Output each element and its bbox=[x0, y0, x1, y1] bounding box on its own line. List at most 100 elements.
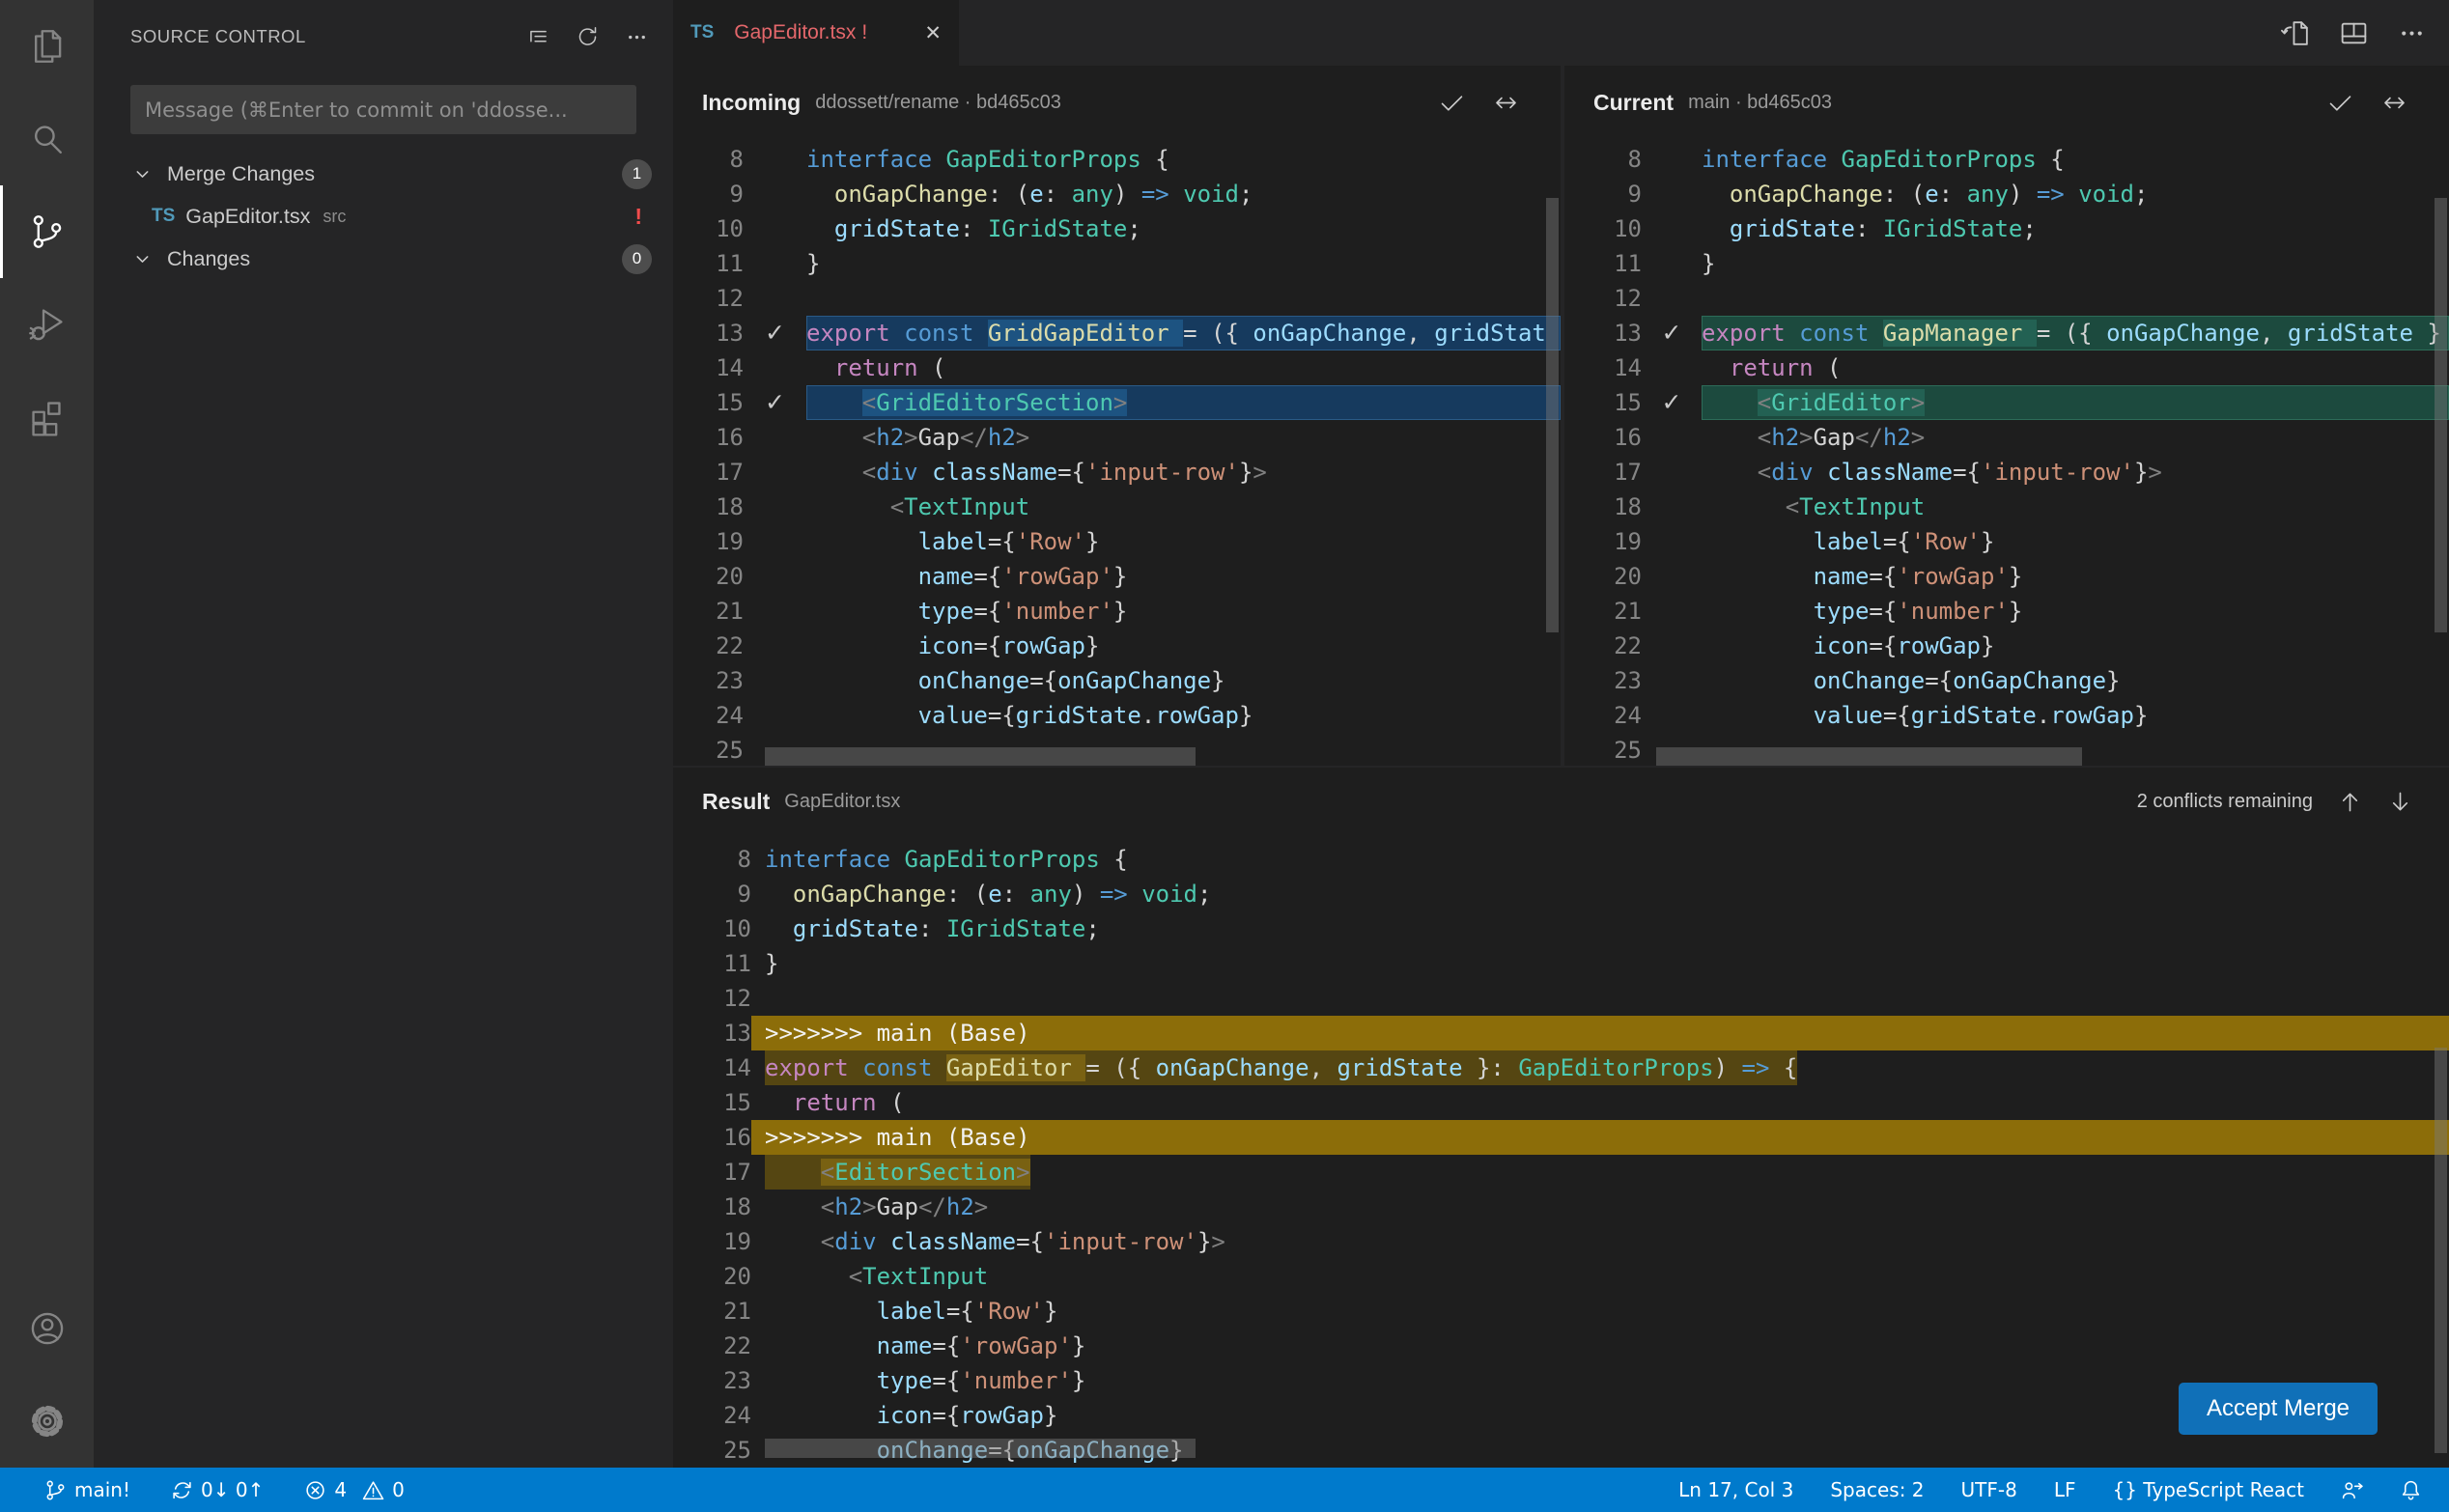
code-line[interactable]: 15✓ <GridEditorSection> bbox=[673, 385, 1561, 420]
code-line[interactable]: 18 <h2>Gap</h2> bbox=[673, 1190, 2449, 1224]
code-line[interactable]: 21 label={'Row'} bbox=[673, 1294, 2449, 1329]
incoming-horizontal-scrollbar[interactable] bbox=[765, 747, 1196, 766]
code-line[interactable]: 23 onChange={onGapChange} bbox=[1564, 663, 2449, 698]
incoming-vertical-scrollbar[interactable] bbox=[1546, 198, 1559, 632]
view-as-tree-icon[interactable] bbox=[525, 24, 551, 50]
search-icon[interactable] bbox=[0, 93, 94, 185]
source-control-icon[interactable] bbox=[0, 185, 94, 278]
code-line[interactable]: 10 gridState: IGridState; bbox=[673, 911, 2449, 946]
indentation[interactable]: Spaces: 2 bbox=[1830, 1478, 1924, 1501]
code-line[interactable]: 22 icon={rowGap} bbox=[673, 629, 1561, 663]
sync-status[interactable]: 0↓ 0↑ bbox=[171, 1478, 264, 1501]
result-vertical-scrollbar[interactable] bbox=[2435, 1048, 2447, 1453]
current-horizontal-scrollbar[interactable] bbox=[1656, 747, 2082, 766]
compare-swap-icon[interactable] bbox=[2380, 89, 2408, 117]
code-line[interactable]: 20 <TextInput bbox=[673, 1259, 2449, 1294]
code-line[interactable]: 20 name={'rowGap'} bbox=[1564, 559, 2449, 594]
section-merge-changes[interactable]: Merge Changes 1 bbox=[94, 153, 673, 195]
current-code-pane[interactable]: 8interface GapEditorProps {9 onGapChange… bbox=[1564, 140, 2449, 766]
code-line[interactable]: 15 return ( bbox=[673, 1085, 2449, 1120]
code-line[interactable]: 22 icon={rowGap} bbox=[1564, 629, 2449, 663]
incoming-code-pane[interactable]: 8interface GapEditorProps {9 onGapChange… bbox=[673, 140, 1561, 766]
next-conflict-icon[interactable] bbox=[2386, 788, 2414, 816]
refresh-icon[interactable] bbox=[575, 24, 601, 50]
explorer-icon[interactable] bbox=[0, 0, 94, 93]
accept-all-incoming-icon[interactable] bbox=[1438, 89, 1466, 117]
code-line[interactable]: 14 return ( bbox=[673, 350, 1561, 385]
code-line[interactable]: 13>>>>>>> main (Base) bbox=[673, 1016, 2449, 1050]
code-line[interactable]: 17 <div className={'input-row'}> bbox=[1564, 455, 2449, 490]
code-line[interactable]: 20 name={'rowGap'} bbox=[673, 559, 1561, 594]
file-row-gapeditor[interactable]: TS GapEditor.tsx src ! bbox=[94, 195, 673, 238]
branch-status[interactable]: main! bbox=[44, 1478, 130, 1501]
extensions-icon[interactable] bbox=[0, 371, 94, 463]
code-line[interactable]: 11} bbox=[673, 946, 2449, 981]
code-line[interactable]: 12 bbox=[1564, 281, 2449, 316]
code-line[interactable]: 18 <TextInput bbox=[1564, 490, 2449, 524]
feedback-icon[interactable] bbox=[2341, 1479, 2363, 1501]
code-line[interactable]: 9 onGapChange: (e: any) => void; bbox=[673, 877, 2449, 911]
chevron-down-icon[interactable] bbox=[133, 250, 152, 268]
code-line[interactable]: 21 type={'number'} bbox=[673, 594, 1561, 629]
eol-sequence[interactable]: LF bbox=[2054, 1478, 2076, 1501]
code-line[interactable]: 24 value={gridState.rowGap} bbox=[1564, 698, 2449, 733]
accept-change-checkbox[interactable]: ✓ bbox=[744, 316, 806, 350]
code-line[interactable]: 17 <EditorSection> bbox=[673, 1155, 2449, 1190]
notifications-bell-icon[interactable] bbox=[2400, 1479, 2422, 1501]
code-line[interactable]: 15✓ <GridEditor> bbox=[1564, 385, 2449, 420]
code-line[interactable]: 10 gridState: IGridState; bbox=[673, 211, 1561, 246]
code-line[interactable]: 9 onGapChange: (e: any) => void; bbox=[673, 177, 1561, 211]
section-changes[interactable]: Changes 0 bbox=[94, 238, 673, 280]
chevron-down-icon[interactable] bbox=[133, 165, 152, 183]
run-debug-icon[interactable] bbox=[0, 278, 94, 371]
code-line[interactable]: 14 return ( bbox=[1564, 350, 2449, 385]
code-line[interactable]: 16 <h2>Gap</h2> bbox=[673, 420, 1561, 455]
code-line[interactable]: 13✓export const GapManager = ({ onGapCha… bbox=[1564, 316, 2449, 350]
more-actions-icon[interactable] bbox=[624, 24, 650, 50]
accept-change-checkbox[interactable]: ✓ bbox=[744, 385, 806, 420]
code-line[interactable]: 18 <TextInput bbox=[673, 490, 1561, 524]
commit-message-input[interactable] bbox=[130, 85, 636, 134]
current-vertical-scrollbar[interactable] bbox=[2435, 198, 2447, 632]
more-actions-icon[interactable] bbox=[2396, 17, 2428, 49]
code-line[interactable]: 8interface GapEditorProps { bbox=[673, 842, 2449, 877]
code-line[interactable]: 12 bbox=[673, 981, 2449, 1016]
language-mode[interactable]: {} TypeScript React bbox=[2112, 1478, 2304, 1501]
accept-all-current-icon[interactable] bbox=[2326, 89, 2354, 117]
code-line[interactable]: 24 value={gridState.rowGap} bbox=[673, 698, 1561, 733]
code-line[interactable]: 9 onGapChange: (e: any) => void; bbox=[1564, 177, 2449, 211]
code-line[interactable]: 16 <h2>Gap</h2> bbox=[1564, 420, 2449, 455]
merge-layout-icon[interactable] bbox=[2338, 17, 2370, 49]
close-icon[interactable]: ✕ bbox=[924, 21, 942, 44]
accept-change-checkbox[interactable]: ✓ bbox=[1642, 385, 1702, 420]
code-line[interactable]: 17 <div className={'input-row'}> bbox=[673, 455, 1561, 490]
code-line[interactable]: 21 type={'number'} bbox=[1564, 594, 2449, 629]
tab-gapeditor[interactable]: TS GapEditor.tsx ! ✕ bbox=[673, 0, 959, 66]
accept-merge-button[interactable]: Accept Merge bbox=[2179, 1383, 2378, 1435]
accept-change-checkbox[interactable]: ✓ bbox=[1642, 316, 1702, 350]
problems-status[interactable]: 4 0 bbox=[304, 1478, 404, 1501]
account-icon[interactable] bbox=[0, 1282, 94, 1375]
result-code-pane[interactable]: 8interface GapEditorProps {9 onGapChange… bbox=[673, 836, 2449, 1468]
code-line[interactable]: 19 label={'Row'} bbox=[1564, 524, 2449, 559]
code-line[interactable]: 16>>>>>>> main (Base) bbox=[673, 1120, 2449, 1155]
code-line[interactable]: 8interface GapEditorProps { bbox=[1564, 142, 2449, 177]
code-line[interactable]: 11} bbox=[1564, 246, 2449, 281]
code-line[interactable]: 22 name={'rowGap'} bbox=[673, 1329, 2449, 1363]
code-line[interactable]: 19 <div className={'input-row'}> bbox=[673, 1224, 2449, 1259]
cursor-position[interactable]: Ln 17, Col 3 bbox=[1678, 1478, 1793, 1501]
code-line[interactable]: 14export const GapEditor = ({ onGapChang… bbox=[673, 1050, 2449, 1085]
open-file-icon[interactable] bbox=[2280, 17, 2312, 49]
previous-conflict-icon[interactable] bbox=[2336, 788, 2364, 816]
code-line[interactable]: 19 label={'Row'} bbox=[673, 524, 1561, 559]
code-line[interactable]: 13✓export const GridGapEditor = ({ onGap… bbox=[673, 316, 1561, 350]
settings-gear-icon[interactable] bbox=[0, 1375, 94, 1468]
encoding[interactable]: UTF-8 bbox=[1961, 1478, 2017, 1501]
code-line[interactable]: 8interface GapEditorProps { bbox=[673, 142, 1561, 177]
code-line[interactable]: 10 gridState: IGridState; bbox=[1564, 211, 2449, 246]
compare-swap-icon[interactable] bbox=[1492, 89, 1520, 117]
code-line[interactable]: 11} bbox=[673, 246, 1561, 281]
result-horizontal-scrollbar[interactable] bbox=[765, 1439, 1196, 1458]
code-line[interactable]: 23 onChange={onGapChange} bbox=[673, 663, 1561, 698]
code-line[interactable]: 12 bbox=[673, 281, 1561, 316]
